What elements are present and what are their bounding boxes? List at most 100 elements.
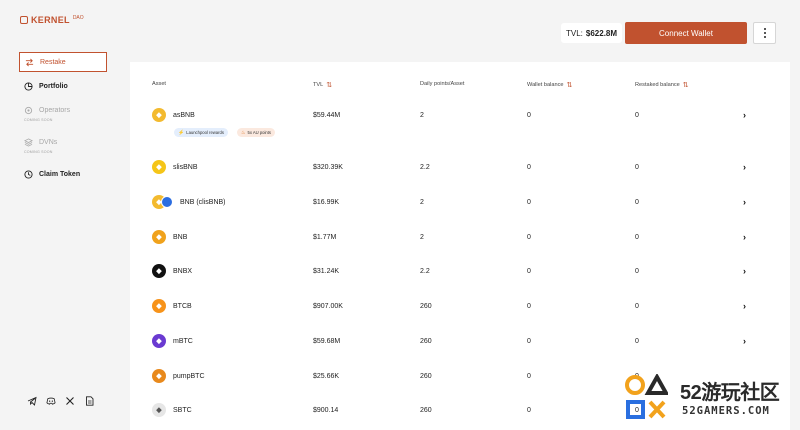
more-menu-button[interactable] (753, 22, 776, 44)
asset-token-icon: ◆ (152, 108, 166, 122)
logo[interactable]: KERNEL DAO (20, 15, 84, 25)
asset-daily-points: 260 (420, 407, 432, 414)
column-header-tvl[interactable]: TVL ⇅ (313, 81, 332, 89)
column-header-asset: Asset (152, 81, 166, 87)
launchpool-rewards-tag: ⚡ Launchpool rewards (174, 128, 228, 137)
sort-icon[interactable]: ⇅ (326, 81, 332, 89)
more-dots-icon (763, 28, 766, 30)
sidebar-item-operators: Operators COMING SOON (19, 100, 107, 122)
column-header-restaked[interactable]: Restaked balance ⇅ (635, 81, 689, 89)
asset-token-icon: ◆ (152, 403, 166, 417)
asset-tvl: $31.24K (313, 268, 340, 275)
gear-icon (24, 106, 33, 115)
sidebar-item-label: Claim Token (39, 170, 81, 178)
logo-sup: DAO (72, 15, 84, 21)
watermark: 52游玩社区 52GAMERS.COM (620, 372, 796, 424)
asset-wallet-balance: 0 (527, 112, 531, 119)
asset-tvl: $907.00K (313, 303, 343, 310)
pie-chart-icon (24, 81, 33, 91)
asset-tvl: $59.68M (313, 338, 341, 345)
sidebar-item-dvns: DVNs COMING SOON (19, 132, 107, 154)
asset-wallet-balance: 0 (527, 164, 531, 171)
asset-daily-points: 260 (420, 373, 432, 380)
asset-tvl: $16.99K (313, 199, 340, 206)
coming-soon-badge: COMING SOON (24, 150, 53, 154)
logo-text: KERNEL (31, 15, 70, 25)
asset-name: slisBNB (173, 164, 198, 171)
asset-wallet-balance: 0 (527, 373, 531, 380)
asset-wallet-balance: 0 (527, 268, 531, 275)
watermark-logo-icon (625, 374, 668, 419)
watermark-subtitle: 52GAMERS.COM (682, 405, 770, 417)
row-expand-chevron-icon[interactable]: › (743, 266, 746, 276)
asset-restaked-balance: 0 (635, 234, 639, 241)
row-expand-chevron-icon[interactable]: › (743, 162, 746, 172)
asset-name: BTCB (173, 303, 192, 310)
sidebar-item-label: Portfolio (39, 82, 68, 90)
sidebar-item-portfolio[interactable]: Portfolio (19, 76, 107, 96)
column-header-points: Daily points/Asset (420, 81, 465, 87)
asset-name: BNBX (173, 268, 193, 275)
asset-token-icon: ◆ (152, 299, 166, 313)
logo-mark-icon (20, 16, 28, 24)
swap-icon (25, 58, 34, 67)
asset-daily-points: 2 (420, 234, 424, 241)
asset-wallet-balance: 0 (527, 303, 531, 310)
layers-icon (24, 137, 33, 147)
social-links (27, 396, 94, 406)
telegram-icon[interactable] (27, 396, 37, 406)
tvl-value: $622.8M (585, 28, 618, 38)
asset-token-icon: ◆ (152, 334, 166, 348)
row-expand-chevron-icon[interactable]: › (743, 301, 746, 311)
clock-icon (24, 169, 33, 179)
sidebar-item-label: DVNs (39, 138, 58, 146)
flame-icon: ♨ (241, 129, 246, 136)
sort-icon[interactable]: ⇅ (566, 81, 572, 89)
asset-tvl: $59.44M (313, 112, 341, 119)
watermark-title: 52游玩社区 (680, 382, 780, 404)
asset-restaked-balance: 0 (635, 303, 639, 310)
asset-token-icon: ◆ (152, 230, 166, 244)
sidebar-item-label: Restake (40, 58, 66, 66)
asset-wallet-balance: 0 (527, 199, 531, 206)
asset-name: SBTC (173, 407, 192, 414)
x-icon[interactable] (65, 396, 75, 406)
asset-daily-points: 2 (420, 199, 424, 206)
asset-name: BNB (173, 234, 188, 241)
au-points-tag: ♨ 5x AU points (237, 128, 275, 137)
asset-name: BNB (clisBNB) (180, 199, 226, 206)
asset-daily-points: 260 (420, 303, 432, 310)
asset-secondary-token-icon (161, 196, 173, 208)
asset-restaked-balance: 0 (635, 112, 639, 119)
asset-restaked-balance: 0 (635, 268, 639, 275)
sidebar-item-restake[interactable]: Restake (19, 52, 107, 72)
document-icon[interactable] (84, 396, 94, 406)
asset-name: pumpBTC (173, 373, 205, 380)
asset-tvl: $320.39K (313, 164, 343, 171)
asset-token-icon: ◆ (152, 369, 166, 383)
asset-token-icon: ◆ (152, 264, 166, 278)
connect-wallet-button[interactable]: Connect Wallet (625, 22, 747, 44)
column-header-wallet[interactable]: Wallet balance ⇅ (527, 81, 572, 89)
asset-tvl: $25.66K (313, 373, 340, 380)
row-expand-chevron-icon[interactable]: › (743, 110, 746, 120)
asset-daily-points: 2.2 (420, 268, 430, 275)
asset-tvl: $1.77M (313, 234, 337, 241)
tvl-badge: TVL: $622.8M (561, 23, 623, 43)
sidebar-item-label: Operators (39, 106, 71, 114)
asset-daily-points: 2.2 (420, 164, 430, 171)
row-expand-chevron-icon[interactable]: › (743, 232, 746, 242)
sidebar-item-claim-token[interactable]: Claim Token (19, 164, 107, 184)
sidebar: Restake Portfolio Operators COMING SOON … (19, 52, 107, 188)
row-expand-chevron-icon[interactable]: › (743, 336, 746, 346)
coming-soon-badge: COMING SOON (24, 118, 53, 122)
lightning-icon: ⚡ (178, 129, 185, 136)
asset-restaked-balance: 0 (635, 164, 639, 171)
row-expand-chevron-icon[interactable]: › (743, 197, 746, 207)
discord-icon[interactable] (46, 396, 56, 406)
asset-name: asBNB (173, 112, 195, 119)
sort-icon[interactable]: ⇅ (683, 81, 689, 89)
asset-tvl: $900.14 (313, 407, 339, 414)
asset-restaked-balance: 0 (635, 338, 639, 345)
asset-wallet-balance: 0 (527, 407, 531, 414)
